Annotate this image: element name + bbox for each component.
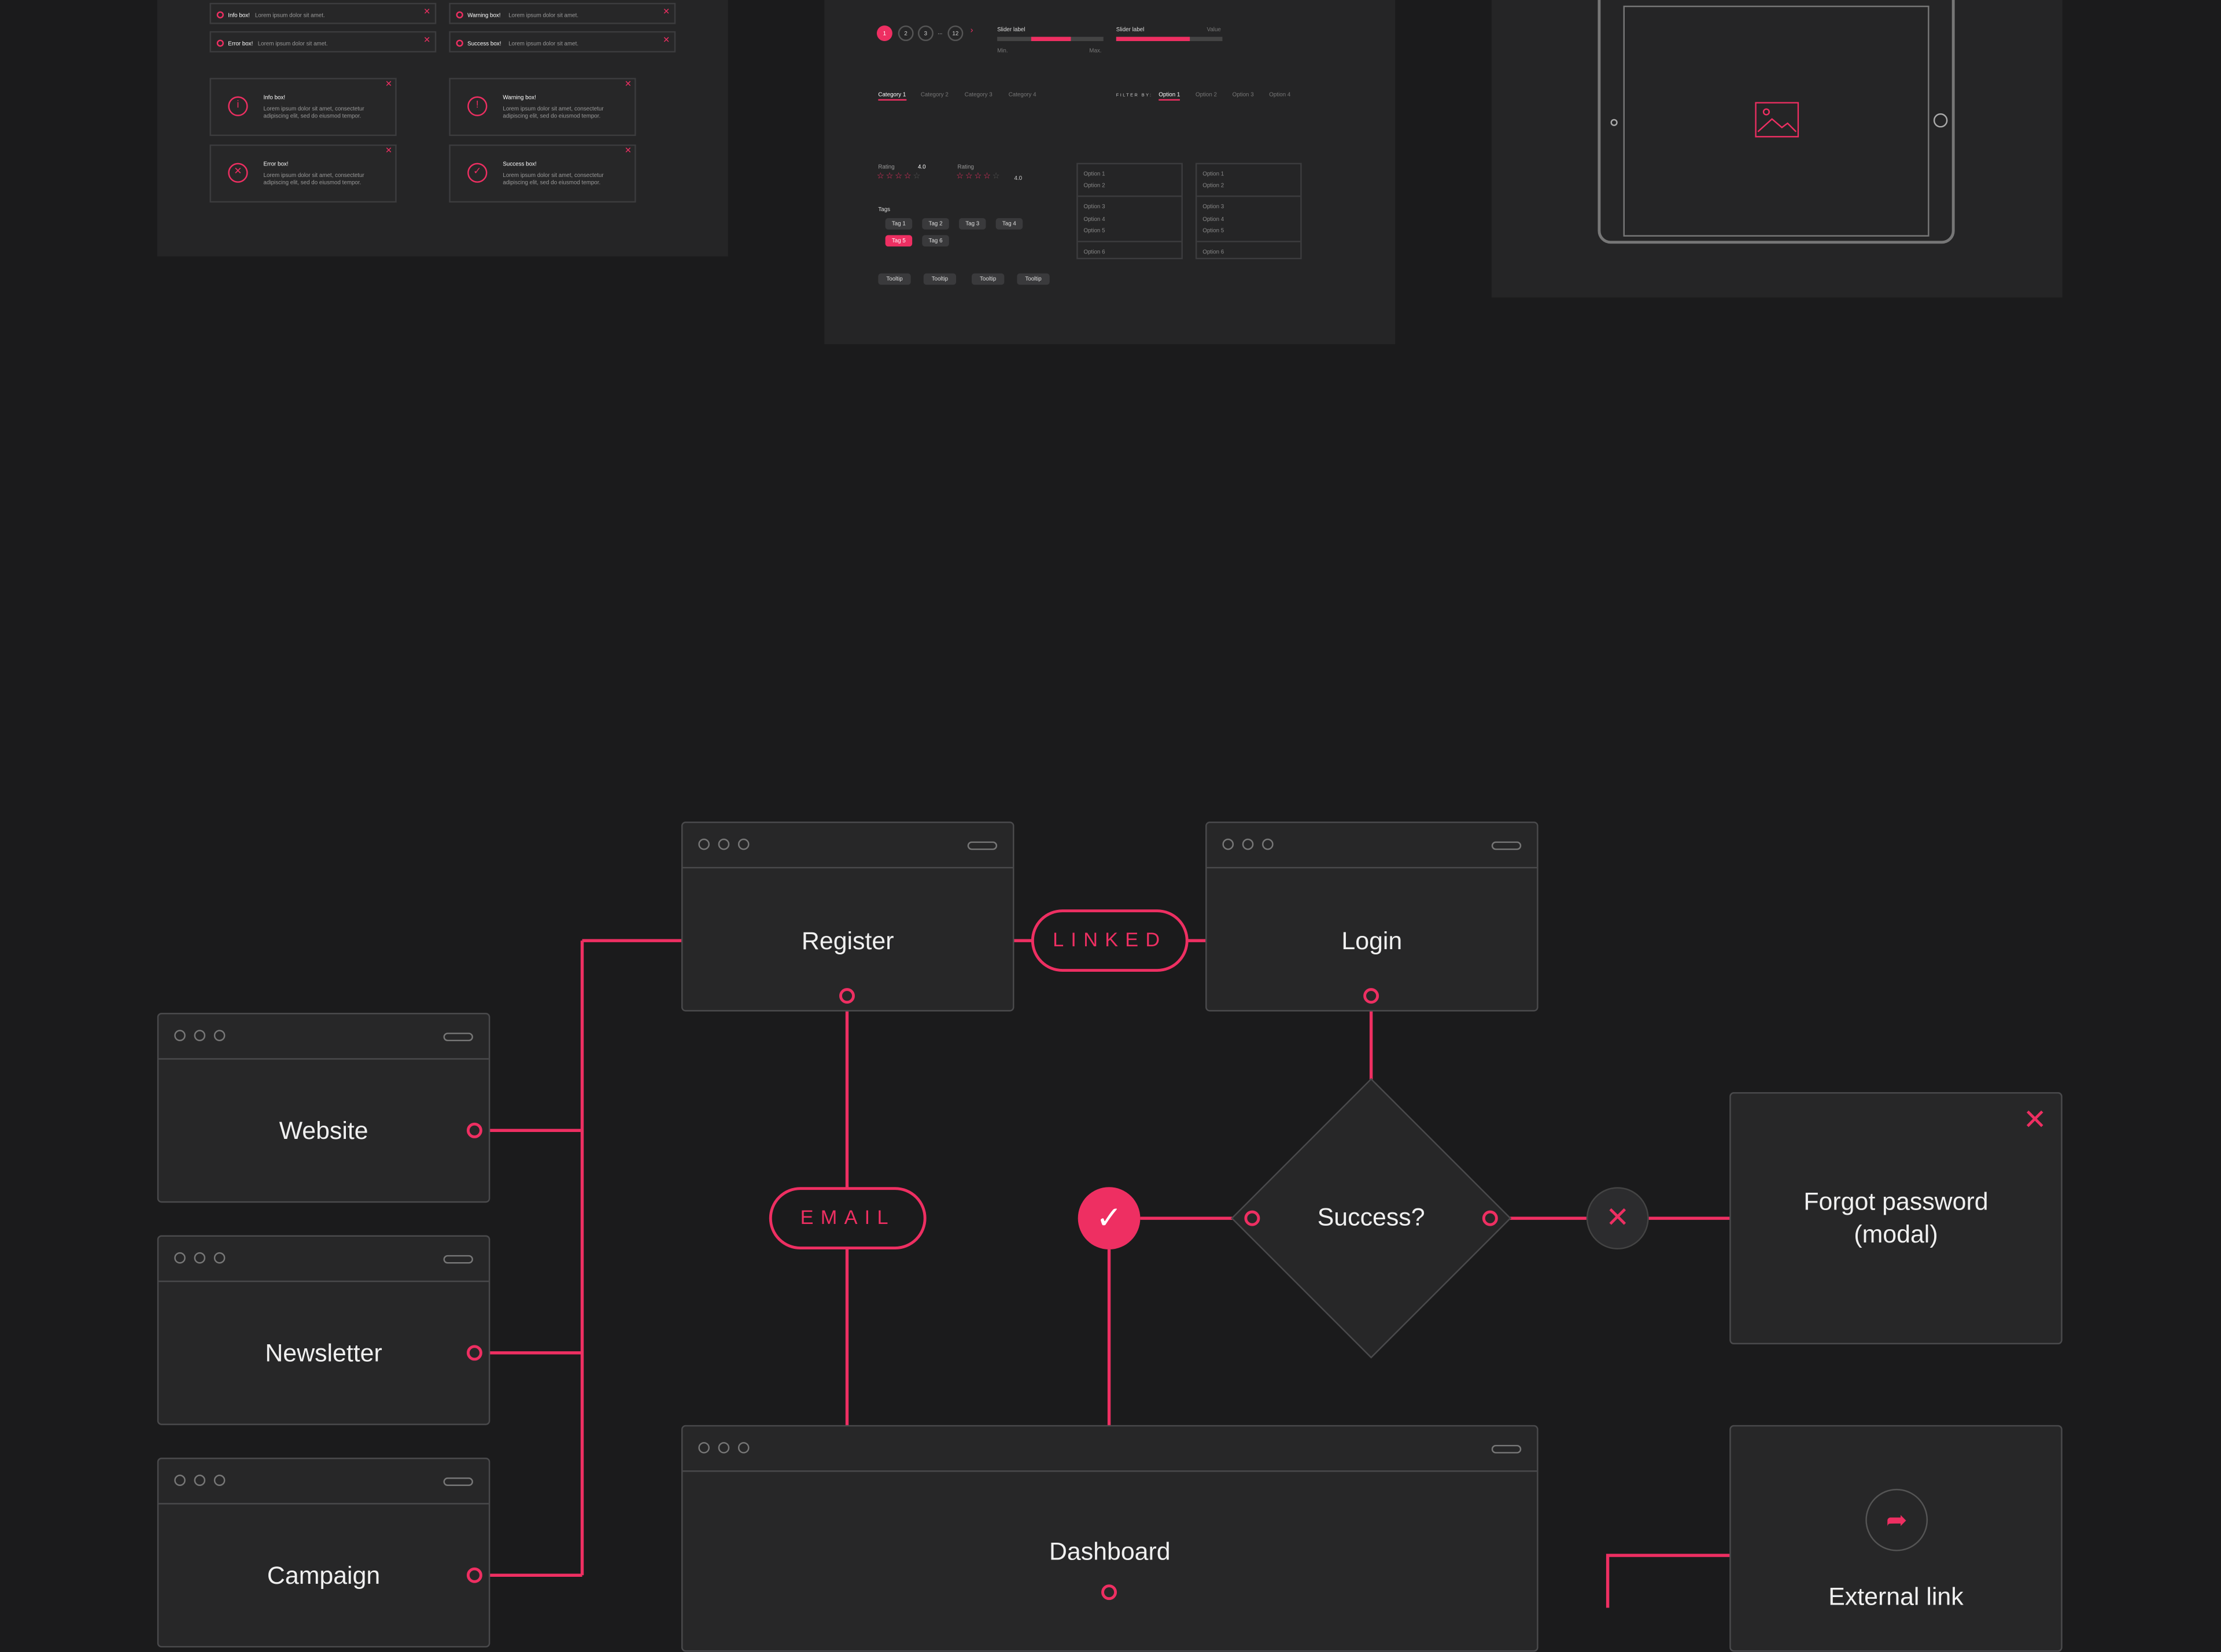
port-dot: [1482, 1210, 1498, 1226]
port-dot: [466, 1122, 482, 1138]
canvas: Info box! Lorem ipsum dolor sit amet. ✕ …: [0, 0, 2221, 1652]
port-dot: [466, 1567, 482, 1583]
port-dot: [839, 988, 855, 1004]
port-dot: [1363, 988, 1379, 1004]
connector-ports: [466, 988, 1498, 1601]
port-dot: [466, 1345, 482, 1361]
port-dot: [1101, 1584, 1117, 1601]
port-dot: [1244, 1210, 1260, 1226]
